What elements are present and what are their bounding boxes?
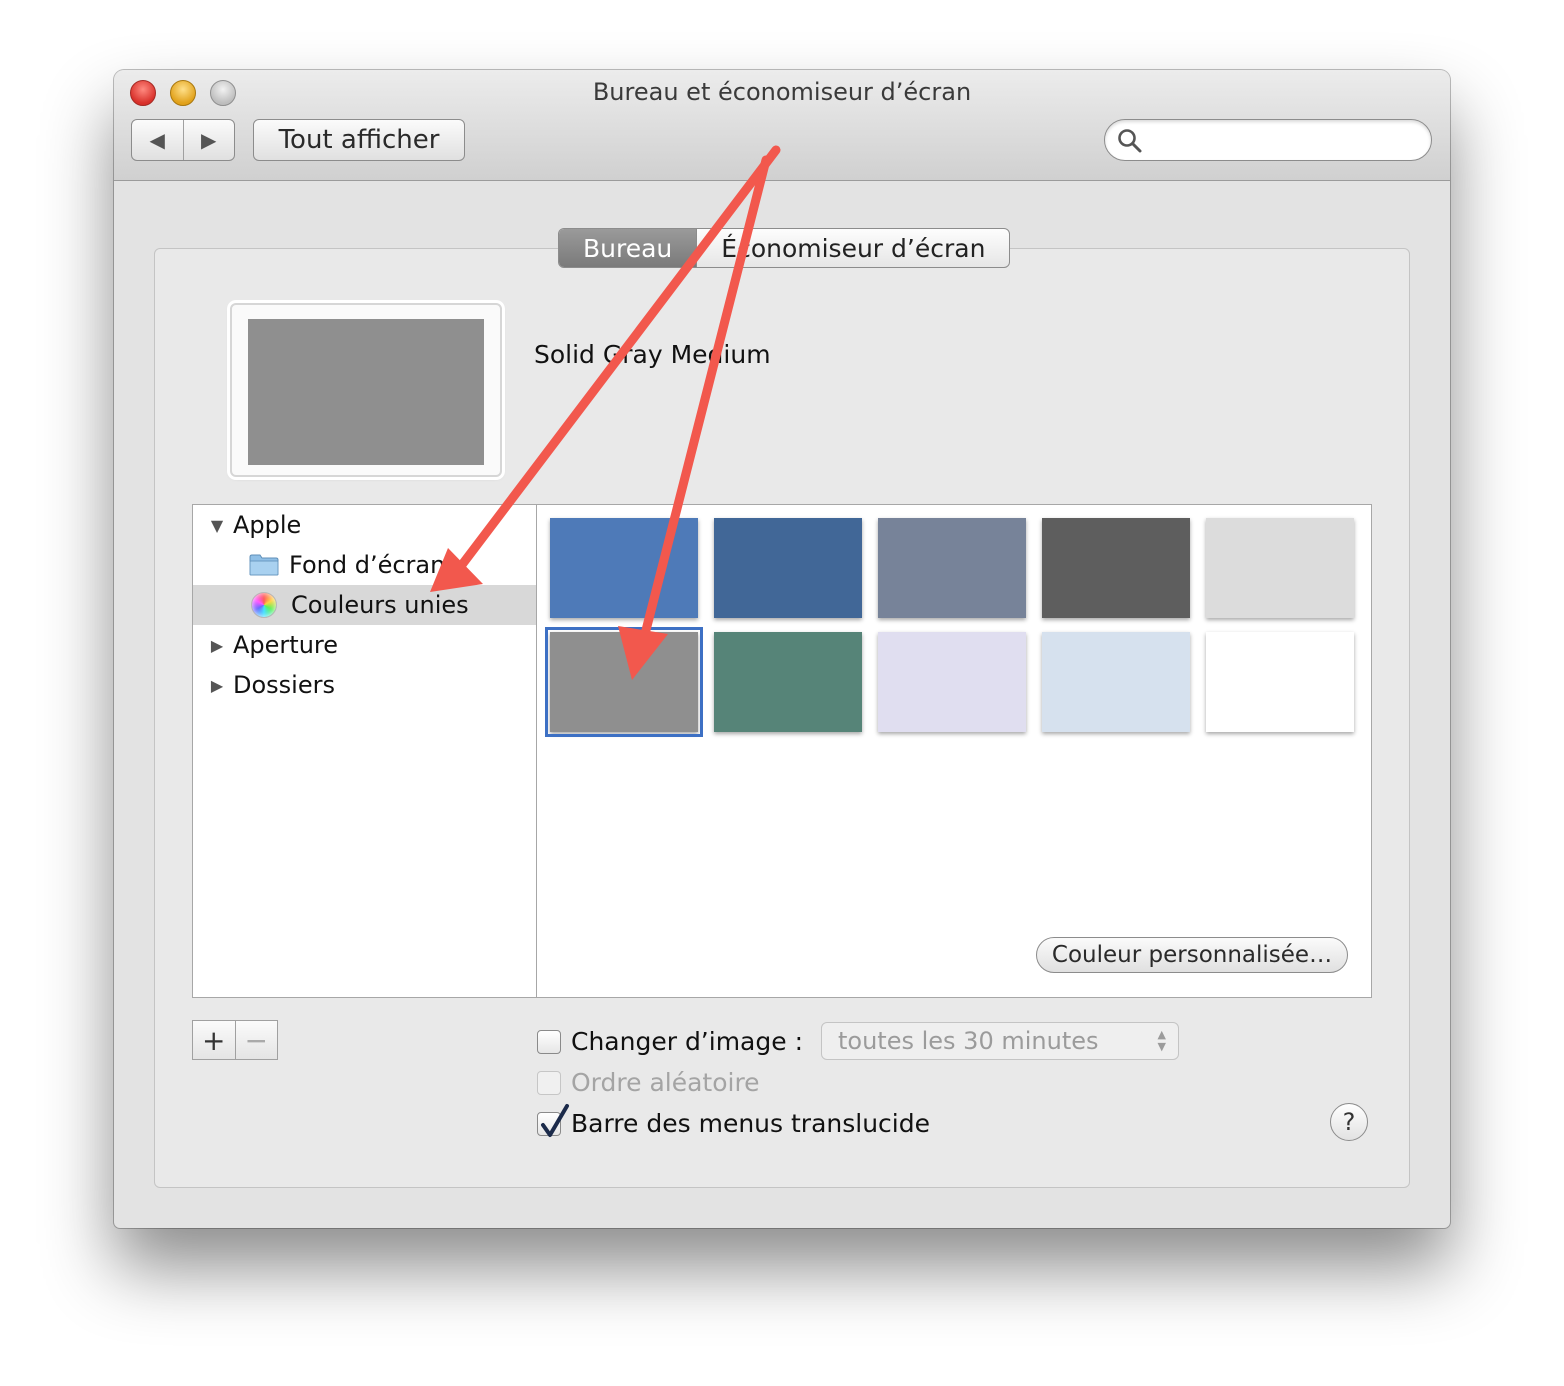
source-item-couleurs-unies[interactable]: Couleurs unies: [193, 585, 594, 625]
back-button[interactable]: ◀: [132, 120, 183, 160]
change-picture-label: Changer d’image :: [571, 1027, 803, 1056]
random-order-option: Ordre aléatoire: [537, 1068, 760, 1097]
toolbar: Bureau et économiseur d’écran ◀ ▶ Tout a…: [114, 70, 1450, 181]
source-item-label: Apple: [233, 511, 302, 539]
source-item-label: Aperture: [233, 631, 339, 659]
color-wheel-icon: [251, 592, 277, 618]
color-swatch[interactable]: [1206, 518, 1354, 618]
wallpaper-name: Solid Gray Medium: [534, 340, 771, 369]
wallpaper-preview-image: [248, 319, 484, 465]
show-all-button[interactable]: Tout afficher: [253, 119, 465, 161]
search-field[interactable]: [1104, 119, 1432, 161]
tab-bureau[interactable]: Bureau: [559, 229, 697, 267]
add-remove-control: + −: [192, 1020, 278, 1060]
source-item-label: Dossiers: [233, 671, 335, 699]
color-swatch[interactable]: [1206, 632, 1354, 732]
random-order-checkbox[interactable]: [537, 1070, 561, 1095]
source-item-fond-ecran[interactable]: Fond d’écran: [193, 545, 592, 585]
tab-economiseur[interactable]: Économiseur d’écran: [696, 229, 1009, 267]
preferences-window: Bureau et économiseur d’écran ◀ ▶ Tout a…: [114, 70, 1450, 1228]
translucent-menu-checkbox[interactable]: [537, 1103, 569, 1137]
disclosure-collapsed-icon[interactable]: ▶: [209, 636, 225, 655]
source-item-label: Fond d’écran: [289, 551, 446, 579]
back-forward-control: ◀ ▶: [131, 119, 235, 161]
interval-popup[interactable]: toutes les 30 minutes ▲ ▼: [821, 1022, 1179, 1060]
translucent-menu-option: Barre des menus translucide: [537, 1103, 930, 1138]
tab-bar: Bureau Économiseur d’écran: [558, 228, 1011, 268]
chevron-right-icon: ▶: [201, 128, 217, 152]
change-picture-option: Changer d’image :: [537, 1027, 803, 1056]
disclosure-expanded-icon[interactable]: ▼: [209, 516, 225, 535]
folder-icon: [249, 554, 279, 576]
remove-folder-button[interactable]: −: [234, 1021, 278, 1059]
magnifier-icon: [1118, 129, 1142, 153]
color-swatch-selected[interactable]: [545, 627, 703, 737]
add-folder-button[interactable]: +: [193, 1021, 235, 1059]
translucent-menu-label: Barre des menus translucide: [571, 1109, 930, 1138]
color-swatch[interactable]: [1042, 632, 1190, 732]
random-order-label: Ordre aléatoire: [571, 1068, 760, 1097]
chevron-left-icon: ◀: [149, 128, 165, 152]
forward-button[interactable]: ▶: [182, 120, 235, 160]
source-item-label: Couleurs unies: [291, 591, 469, 619]
source-list[interactable]: ▼ Apple Fond d’écran Couleurs unies ▶ Ap…: [192, 504, 594, 998]
color-swatch[interactable]: [714, 518, 862, 618]
window-title: Bureau et économiseur d’écran: [592, 78, 972, 106]
source-item-aperture[interactable]: ▶ Aperture: [193, 625, 552, 665]
color-swatch[interactable]: [714, 632, 862, 732]
custom-color-button[interactable]: Couleur personnalisée…: [1036, 937, 1348, 973]
source-item-apple[interactable]: ▼ Apple: [193, 505, 552, 545]
wallpaper-preview: [230, 303, 502, 477]
popup-arrows-icon: ▲ ▼: [1157, 1028, 1166, 1053]
checkmark-icon: [541, 1103, 569, 1137]
help-button[interactable]: ?: [1330, 1103, 1368, 1141]
color-swatch[interactable]: [878, 518, 1026, 618]
interval-popup-value: toutes les 30 minutes: [838, 1027, 1099, 1055]
disclosure-collapsed-icon[interactable]: ▶: [209, 676, 225, 695]
color-swatch[interactable]: [1042, 518, 1190, 618]
color-swatch[interactable]: [550, 518, 698, 618]
color-swatch-grid: [536, 504, 1372, 998]
change-picture-checkbox[interactable]: [537, 1029, 561, 1054]
source-item-dossiers[interactable]: ▶ Dossiers: [193, 665, 552, 705]
color-swatch[interactable]: [878, 632, 1026, 732]
